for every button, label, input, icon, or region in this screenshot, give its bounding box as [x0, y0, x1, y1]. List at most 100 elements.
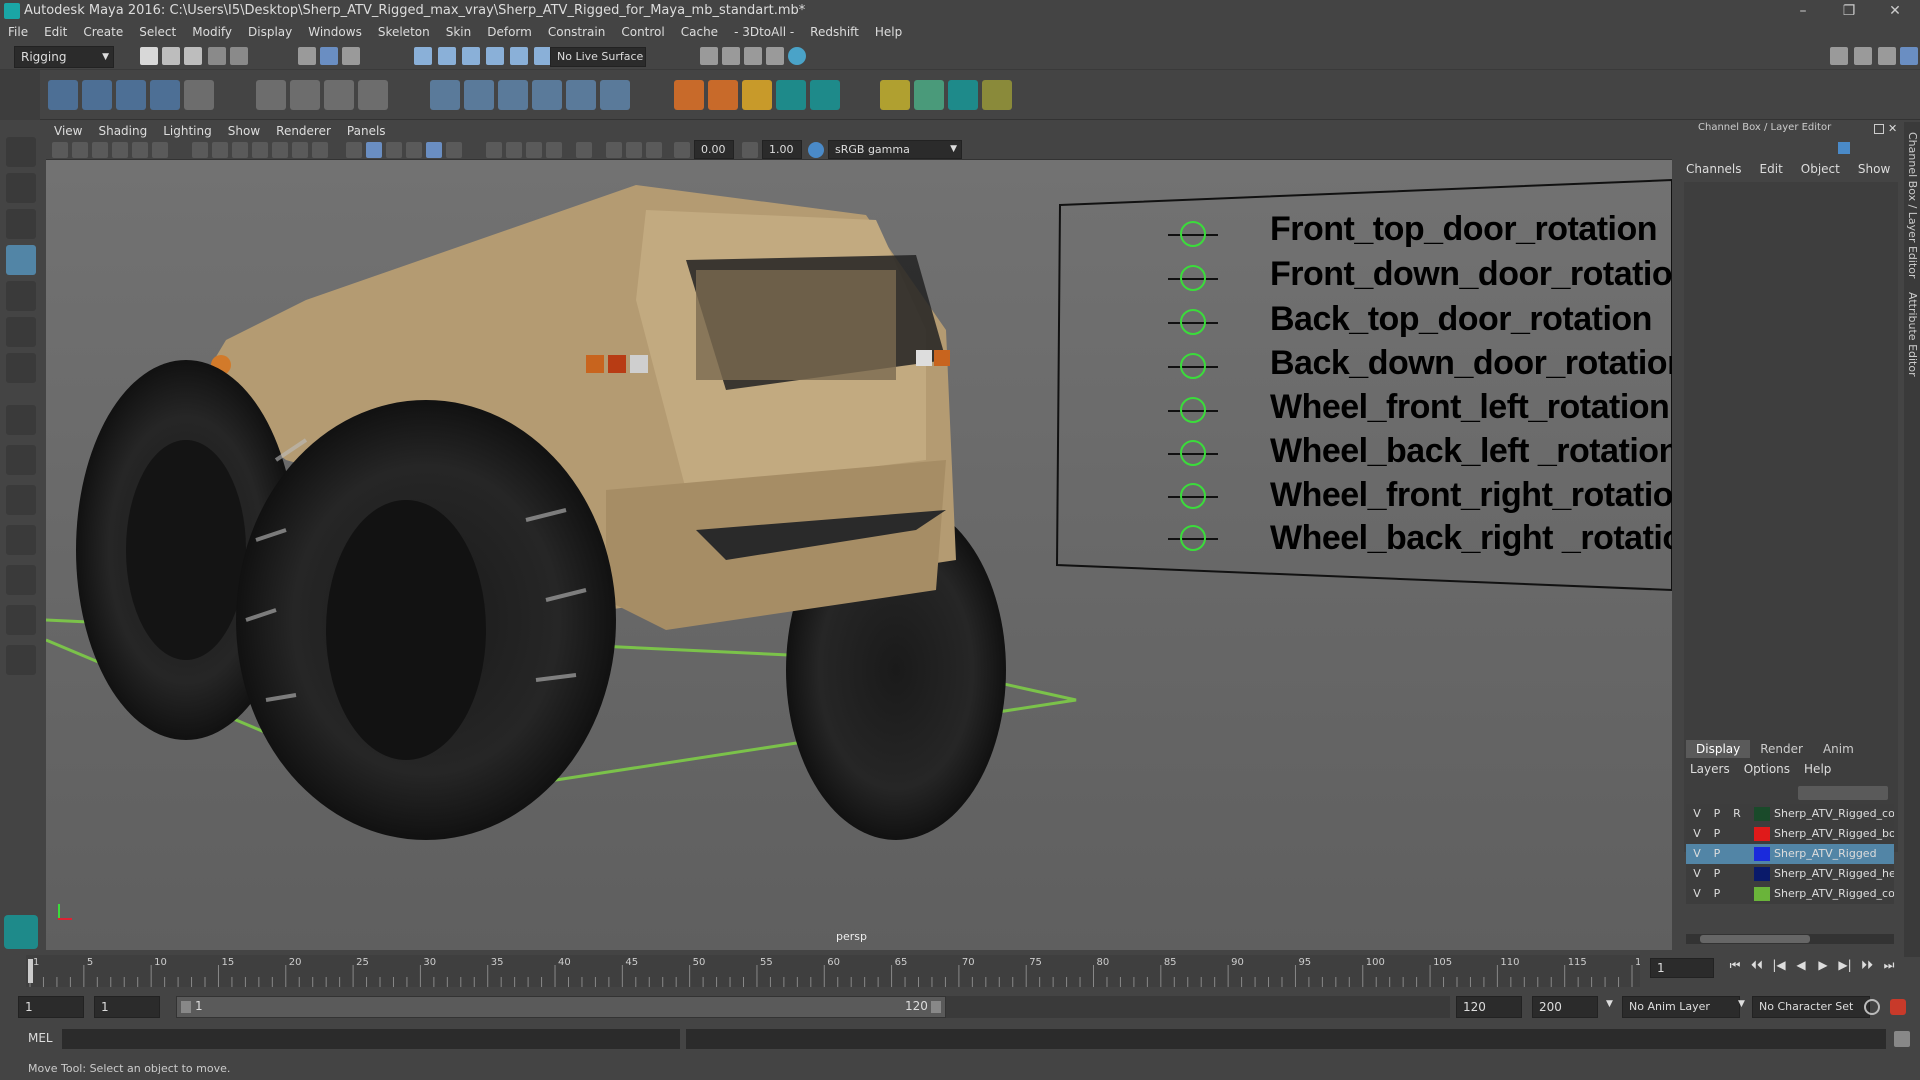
snap-grid-icon[interactable]	[414, 47, 432, 65]
motion-blur-icon[interactable]	[526, 142, 542, 158]
menu-item[interactable]: Display	[240, 22, 300, 42]
playback-button[interactable]: ⏮	[1724, 958, 1746, 973]
layer-visibility-toggle[interactable]: V	[1690, 804, 1704, 824]
rig-control-back-down-door[interactable]	[1180, 353, 1206, 379]
playback-button[interactable]: ⏭	[1878, 958, 1900, 973]
mel-label[interactable]: MEL	[28, 1031, 53, 1045]
layer-menu-item[interactable]: Layers	[1690, 762, 1730, 776]
channel-box-settings-icon[interactable]	[1838, 142, 1850, 154]
layer-name[interactable]: Sherp_ATV_Rigged	[1774, 844, 1894, 864]
four-pane-layout-icon[interactable]	[6, 445, 36, 475]
colorspace-dropdown[interactable]: sRGB gamma ▼	[828, 140, 962, 159]
mel-input[interactable]	[62, 1029, 680, 1049]
snap-surface-icon[interactable]	[510, 47, 528, 65]
layer-display-type-toggle[interactable]: R	[1730, 804, 1744, 824]
viewport-menu-item[interactable]: Shading	[90, 122, 155, 140]
rig-control-back-top-door[interactable]	[1180, 309, 1206, 335]
quick-rig-icon[interactable]	[982, 80, 1012, 110]
point-constraint-icon[interactable]	[430, 80, 460, 110]
outliner-layout-icon[interactable]	[6, 525, 36, 555]
orient-constraint-icon[interactable]	[498, 80, 528, 110]
graph-layout-icon[interactable]	[6, 565, 36, 595]
cluster-icon[interactable]	[256, 80, 286, 110]
animation-start-field[interactable]: 1	[18, 996, 84, 1018]
chevron-down-icon[interactable]: ▼	[1606, 999, 1613, 1009]
lattice-icon[interactable]	[290, 80, 320, 110]
ik-handle-icon[interactable]	[116, 80, 146, 110]
playback-start-field[interactable]: 1	[94, 996, 160, 1018]
shelf-tabs-toggle[interactable]	[0, 70, 40, 120]
layer-visibility-toggle[interactable]: V	[1690, 864, 1704, 884]
animation-end-field[interactable]: 200	[1532, 996, 1598, 1018]
last-tool-icon[interactable]	[6, 353, 36, 383]
menu-item[interactable]: Windows	[300, 22, 370, 42]
render-settings-icon[interactable]	[700, 47, 718, 65]
menu-item[interactable]: Modify	[184, 22, 240, 42]
parent-constraint-icon[interactable]	[566, 80, 596, 110]
channel-box-menu-item[interactable]: Object	[1801, 162, 1840, 176]
wireframe-on-shaded-icon[interactable]	[406, 142, 422, 158]
close-button[interactable]: ✕	[1872, 0, 1918, 22]
range-slider[interactable]: 1 120	[176, 996, 946, 1018]
modeling-toolkit-icon[interactable]	[1830, 47, 1848, 65]
channel-box-menu-item[interactable]: Show	[1858, 162, 1890, 176]
menu-item[interactable]: File	[0, 22, 36, 42]
safe-title-icon[interactable]	[312, 142, 328, 158]
viewport-menu-item[interactable]: Renderer	[268, 122, 339, 140]
scale-constraint-icon[interactable]	[532, 80, 562, 110]
playback-button[interactable]: ⏴⏴	[1746, 958, 1768, 973]
layer-color-swatch[interactable]	[1754, 867, 1770, 881]
textured-icon[interactable]	[426, 142, 442, 158]
range-start-handle[interactable]	[181, 1001, 191, 1013]
menu-item[interactable]: Control	[613, 22, 672, 42]
playback-end-field[interactable]: 120	[1456, 996, 1522, 1018]
color-management-icon[interactable]	[808, 142, 824, 158]
select-hierarchy-icon[interactable]	[298, 47, 316, 65]
default-material-icon[interactable]	[386, 142, 402, 158]
tab-attribute-editor[interactable]: Attribute Editor	[1906, 292, 1919, 377]
shadows-icon[interactable]	[486, 142, 502, 158]
layer-row[interactable]: V P Sherp_ATV_Rigged_co	[1686, 884, 1894, 904]
preferences-icon[interactable]	[1890, 999, 1906, 1015]
menu-item[interactable]: Redshift	[802, 22, 867, 42]
attribute-editor-toggle-icon[interactable]	[1854, 47, 1872, 65]
menu-item[interactable]: Cache	[673, 22, 726, 42]
layer-row[interactable]: V P R Sherp_ATV_Rigged_co	[1686, 804, 1894, 824]
layer-visibility-toggle[interactable]: V	[1690, 824, 1704, 844]
menu-item[interactable]: Constrain	[540, 22, 614, 42]
layer-color-swatch[interactable]	[1754, 807, 1770, 821]
rig-control-front-down-door[interactable]	[1180, 265, 1206, 291]
layer-row[interactable]: V P Sherp_ATV_Rigged	[1686, 844, 1894, 864]
minimize-button[interactable]: –	[1780, 0, 1826, 22]
tab-channel-box[interactable]: Channel Box / Layer Editor	[1906, 132, 1919, 279]
viewport-menu-item[interactable]: Show	[220, 122, 268, 140]
layer-name[interactable]: Sherp_ATV_Rigged_he	[1774, 864, 1894, 884]
wrap-icon[interactable]	[324, 80, 354, 110]
exposure-icon[interactable]	[674, 142, 690, 158]
layer-name[interactable]: Sherp_ATV_Rigged_bo	[1774, 824, 1894, 844]
script-editor-icon[interactable]	[1894, 1031, 1910, 1047]
bind-skin-icon[interactable]	[674, 80, 704, 110]
playback-button[interactable]: |◀	[1768, 958, 1790, 972]
layer-playback-toggle[interactable]: P	[1710, 824, 1724, 844]
hypershade-icon[interactable]	[788, 47, 806, 65]
chevron-down-icon[interactable]: ▼	[1738, 999, 1745, 1009]
menu-item[interactable]: Create	[75, 22, 131, 42]
live-surface-field[interactable]: No Live Surface	[550, 47, 646, 67]
paint-weights-icon[interactable]	[742, 80, 772, 110]
layer-playback-toggle[interactable]: P	[1710, 884, 1724, 904]
select-object-icon[interactable]	[320, 47, 338, 65]
tab-anim[interactable]: Anim	[1813, 740, 1864, 758]
layer-color-swatch[interactable]	[1754, 887, 1770, 901]
redo-icon[interactable]	[230, 47, 248, 65]
layer-name[interactable]: Sherp_ATV_Rigged_co	[1774, 804, 1894, 824]
anim-layer-dropdown[interactable]: No Anim Layer	[1622, 996, 1740, 1018]
render-view-icon[interactable]	[766, 47, 784, 65]
single-pane-layout-icon[interactable]	[6, 405, 36, 435]
xray-icon[interactable]	[606, 142, 622, 158]
xray-joints-icon[interactable]	[626, 142, 642, 158]
playback-button[interactable]: ◀	[1790, 958, 1812, 972]
smooth-shade-icon[interactable]	[366, 142, 382, 158]
layer-menu-item[interactable]: Help	[1804, 762, 1831, 776]
interactive-bind-icon[interactable]	[708, 80, 738, 110]
